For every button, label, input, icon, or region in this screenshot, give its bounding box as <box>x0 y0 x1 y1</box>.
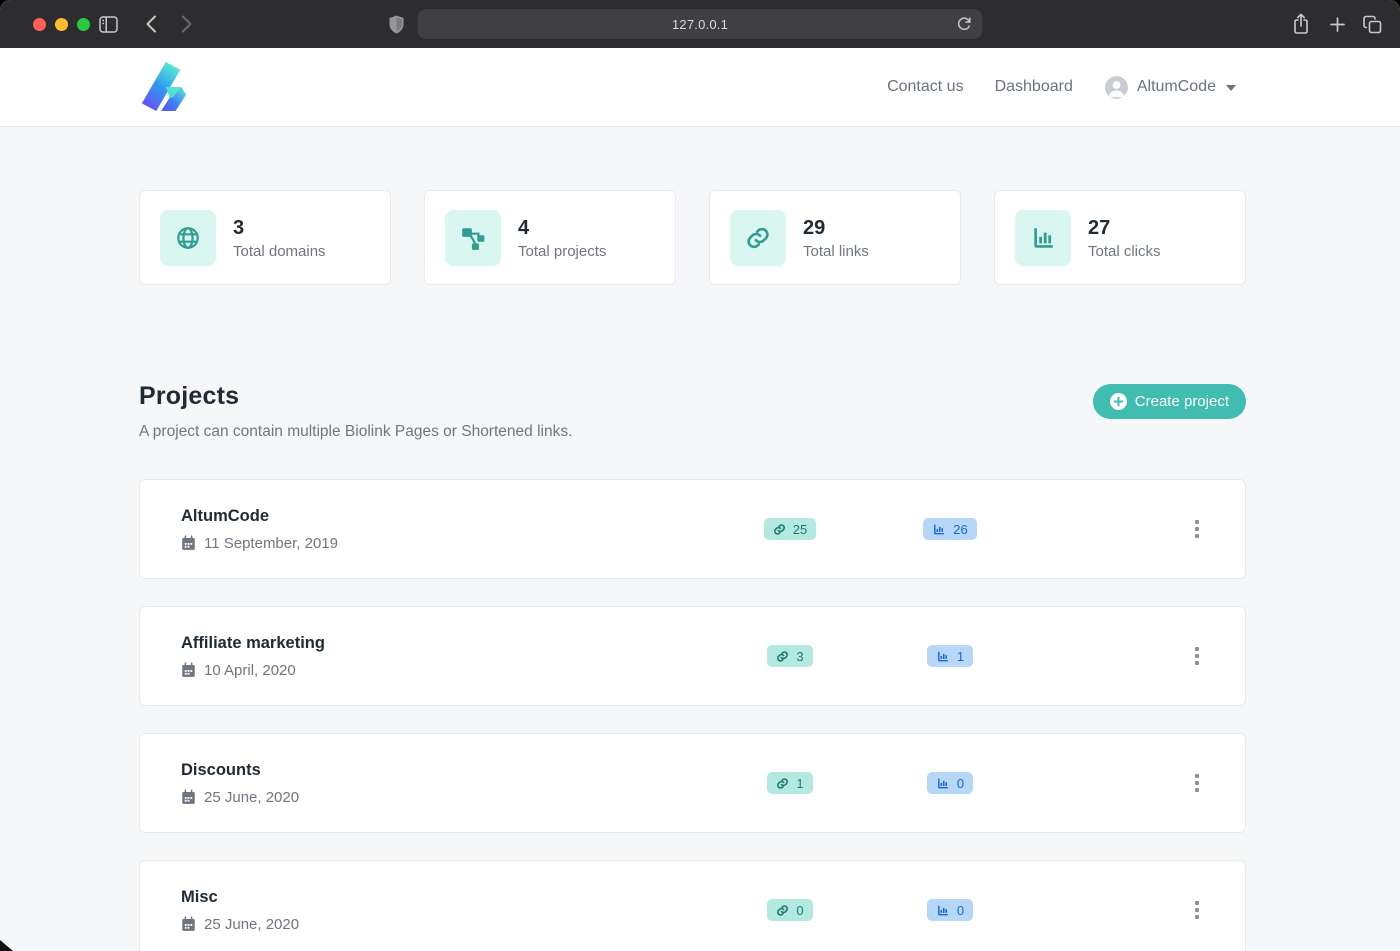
project-row: Discounts 25 June, 2020 1 0 <box>139 733 1246 833</box>
chart-bar-icon <box>936 650 950 663</box>
project-menu-kebab-icon[interactable] <box>1185 513 1209 545</box>
back-icon[interactable] <box>141 14 161 34</box>
stat-label: Total domains <box>233 243 326 260</box>
project-name[interactable]: AltumCode <box>181 507 710 526</box>
calendar-icon <box>181 789 196 805</box>
link-icon <box>730 210 786 266</box>
stat-card-clicks: 27 Total clicks <box>994 190 1246 285</box>
project-name[interactable]: Affiliate marketing <box>181 634 710 653</box>
browser-window: 127.0.0.1 <box>0 0 1400 951</box>
stat-value: 29 <box>803 215 869 241</box>
chart-bar-icon <box>1015 210 1071 266</box>
calendar-icon <box>181 662 196 678</box>
page-title: Projects <box>139 382 572 411</box>
clicks-badge: 1 <box>927 645 973 667</box>
clicks-badge: 26 <box>923 518 976 540</box>
projects-list: AltumCode 11 September, 2019 25 26 Affil… <box>139 479 1246 951</box>
create-project-button[interactable]: Create project <box>1093 384 1246 419</box>
link-icon <box>776 777 789 790</box>
main-content: 3 Total domains 4 Total projects <box>139 190 1246 951</box>
user-menu[interactable]: AltumCode <box>1105 76 1236 99</box>
traffic-light-minimize[interactable] <box>55 18 68 31</box>
globe-icon <box>160 210 216 266</box>
project-diagram-icon <box>445 210 501 266</box>
stats-row: 3 Total domains 4 Total projects <box>139 190 1246 285</box>
user-name: AltumCode <box>1137 78 1216 96</box>
calendar-icon <box>181 916 196 932</box>
chart-bar-icon <box>936 904 950 917</box>
chart-bar-icon <box>936 777 950 790</box>
forward-icon[interactable] <box>177 14 197 34</box>
browser-chrome: 127.0.0.1 <box>0 0 1400 48</box>
links-badge: 25 <box>764 518 816 540</box>
clicks-badge: 0 <box>927 899 973 921</box>
address-bar[interactable]: 127.0.0.1 <box>418 9 982 39</box>
projects-section-header: Projects A project can contain multiple … <box>139 382 1246 441</box>
traffic-light-zoom[interactable] <box>77 18 90 31</box>
mouse-cursor <box>0 940 13 951</box>
stat-label: Total projects <box>518 243 606 260</box>
project-row: Misc 25 June, 2020 0 0 <box>139 860 1246 951</box>
stat-value: 27 <box>1088 215 1161 241</box>
stat-label: Total clicks <box>1088 243 1161 260</box>
stat-card-projects: 4 Total projects <box>424 190 676 285</box>
project-name[interactable]: Misc <box>181 888 710 907</box>
project-row: Affiliate marketing 10 April, 2020 3 1 <box>139 606 1246 706</box>
stat-value: 3 <box>233 215 326 241</box>
url-text: 127.0.0.1 <box>672 17 728 32</box>
avatar <box>1105 76 1128 99</box>
stat-value: 4 <box>518 215 606 241</box>
calendar-icon <box>181 535 196 551</box>
project-name[interactable]: Discounts <box>181 761 710 780</box>
nav-link-contact-us[interactable]: Contact us <box>887 78 963 96</box>
project-date: 11 September, 2019 <box>204 535 338 552</box>
new-tab-icon[interactable] <box>1327 14 1347 34</box>
project-row: AltumCode 11 September, 2019 25 26 <box>139 479 1246 579</box>
nav-link-dashboard[interactable]: Dashboard <box>995 78 1073 96</box>
link-icon <box>773 523 786 536</box>
create-project-label: Create project <box>1135 393 1229 410</box>
project-date: 10 April, 2020 <box>204 662 296 679</box>
stat-card-domains: 3 Total domains <box>139 190 391 285</box>
sidebar-toggle-icon[interactable] <box>98 14 118 34</box>
project-menu-kebab-icon[interactable] <box>1185 894 1209 926</box>
page-subtitle: A project can contain multiple Biolink P… <box>139 423 572 441</box>
project-date: 25 June, 2020 <box>204 789 299 806</box>
chart-bar-icon <box>932 523 946 536</box>
chevron-down-icon <box>1226 85 1236 91</box>
stat-card-links: 29 Total links <box>709 190 961 285</box>
links-badge: 0 <box>767 899 812 921</box>
project-menu-kebab-icon[interactable] <box>1185 640 1209 672</box>
app-navbar: Contact us Dashboard AltumCode <box>0 48 1400 127</box>
clicks-badge: 0 <box>927 772 973 794</box>
links-badge: 1 <box>767 772 812 794</box>
share-icon[interactable] <box>1291 14 1311 34</box>
tabs-overview-icon[interactable] <box>1362 14 1382 34</box>
shield-icon[interactable] <box>386 14 406 34</box>
link-icon <box>776 904 789 917</box>
plus-circle-icon <box>1110 393 1127 410</box>
links-badge: 3 <box>767 645 812 667</box>
stat-label: Total links <box>803 243 869 260</box>
traffic-light-close[interactable] <box>33 18 46 31</box>
refresh-icon[interactable] <box>954 14 974 34</box>
altumcode-logo[interactable] <box>139 62 187 112</box>
project-menu-kebab-icon[interactable] <box>1185 767 1209 799</box>
project-date: 25 June, 2020 <box>204 916 299 933</box>
link-icon <box>776 650 789 663</box>
